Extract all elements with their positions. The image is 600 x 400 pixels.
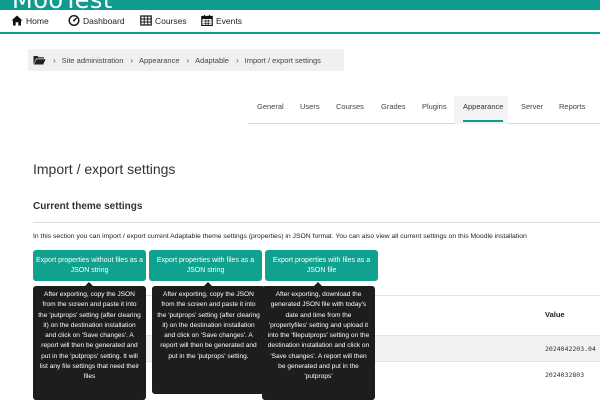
tab-plugins[interactable]: Plugins [422,102,447,111]
folder-icon[interactable] [33,55,46,65]
courses-icon [140,15,152,26]
calendar-icon [201,15,213,26]
value-column-header: Value [545,310,565,319]
chevron-right-icon: › [186,55,190,65]
dashboard-icon [68,15,80,26]
site-name[interactable]: MooTest [12,0,113,10]
tab-appearance[interactable]: Appearance [463,102,504,122]
section-divider [33,222,600,223]
section-title: Current theme settings [33,201,143,212]
chevron-right-icon: › [53,55,56,65]
tab-general[interactable]: General [257,102,284,111]
nav-item-events[interactable]: Events [201,15,242,26]
export-with-files-string-tooltip: After exporting, copy the JSON from the … [152,282,265,394]
nav-item-label: Home [26,15,49,26]
primary-navigation: Home Dashboard Courses Events [0,10,600,34]
intro-text: In this section you can import / export … [33,233,527,240]
tab-courses[interactable]: Courses [336,102,364,111]
nav-item-label: Events [216,15,242,26]
setting-value: 2024032803 [545,371,585,379]
nav-item-dashboard[interactable]: Dashboard [68,15,125,26]
setting-value: 2024042203.04 [545,345,596,353]
breadcrumb: › Site administration › Appearance › Ada… [28,49,344,71]
breadcrumb-import-export-settings[interactable]: Import / export settings [245,56,321,65]
nav-item-label: Courses [155,15,187,26]
tab-reports[interactable]: Reports [559,102,585,111]
page-title: Import / export settings [33,161,176,177]
export-with-files-file-tooltip: After exporting, download the generated … [262,282,375,400]
tab-grades[interactable]: Grades [381,102,406,111]
export-with-files-string-button[interactable]: Export properties with files as a JSON s… [149,250,262,281]
site-header: MooTest [0,0,600,10]
tab-users[interactable]: Users [300,102,320,111]
export-with-files-file-button[interactable]: Export properties with files as a JSON f… [265,250,378,281]
breadcrumb-adaptable[interactable]: Adaptable [195,56,229,65]
home-icon [11,15,23,26]
nav-item-home[interactable]: Home [11,15,49,26]
chevron-right-icon: › [130,55,134,65]
breadcrumb-appearance[interactable]: Appearance [139,56,179,65]
tab-server[interactable]: Server [521,102,543,111]
chevron-right-icon: › [235,55,239,65]
nav-item-label: Dashboard [83,15,125,26]
export-without-files-string-tooltip: After exporting, copy the JSON from the … [33,282,146,400]
export-without-files-string-button[interactable]: Export properties without files as a JSO… [33,250,146,281]
nav-item-courses[interactable]: Courses [140,15,187,26]
breadcrumb-site-administration[interactable]: Site administration [62,56,124,65]
admin-tabs: General Users Courses Grades Plugins App… [248,96,600,124]
